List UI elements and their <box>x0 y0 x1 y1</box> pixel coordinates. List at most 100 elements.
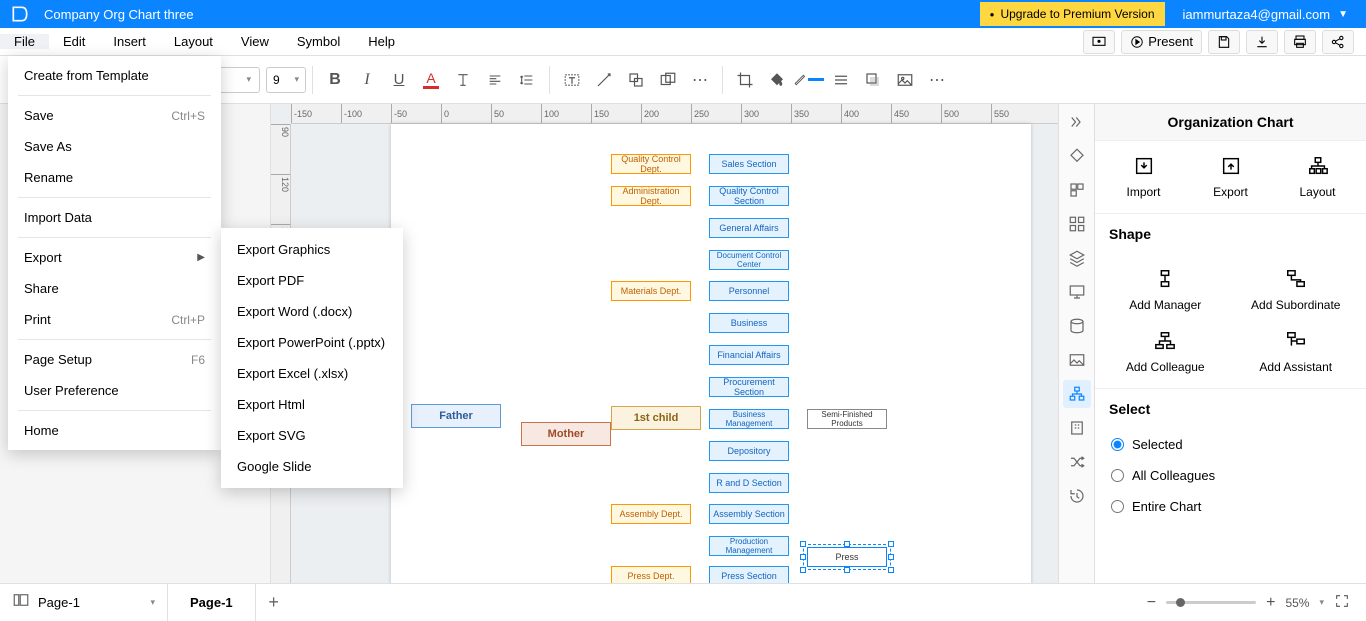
connector-icon[interactable] <box>588 64 620 96</box>
node-semi-fin[interactable]: Semi-Finished Products <box>807 409 887 429</box>
menu-print[interactable]: PrintCtrl+P <box>8 304 221 335</box>
node-mother[interactable]: Mother <box>521 422 611 446</box>
shape-icon[interactable] <box>620 64 652 96</box>
slideshow-icon[interactable] <box>1083 30 1115 54</box>
picture-icon[interactable] <box>1063 346 1091 374</box>
add-page-button[interactable]: + <box>256 592 292 613</box>
node-press-sec[interactable]: Press Section <box>709 566 789 583</box>
node-materials-dept[interactable]: Materials Dept. <box>611 281 691 301</box>
export-button[interactable]: Export <box>1190 155 1271 199</box>
menu-home[interactable]: Home <box>8 415 221 446</box>
export-pdf[interactable]: Export PDF <box>221 265 403 296</box>
menu-import-data[interactable]: Import Data <box>8 202 221 233</box>
node-depository[interactable]: Depository <box>709 441 789 461</box>
node-personnel[interactable]: Personnel <box>709 281 789 301</box>
align-icon[interactable] <box>479 64 511 96</box>
layout-button[interactable]: Layout <box>1277 155 1358 199</box>
print-icon[interactable] <box>1284 30 1316 54</box>
menu-export[interactable]: Export▶ <box>8 242 221 273</box>
node-sales-sec[interactable]: Sales Section <box>709 154 789 174</box>
node-father[interactable]: Father <box>411 404 501 428</box>
expand-icon[interactable] <box>1063 108 1091 136</box>
radio-colleagues[interactable]: All Colleagues <box>1095 460 1366 491</box>
node-asm-sec[interactable]: Assembly Section <box>709 504 789 524</box>
menu-edit[interactable]: Edit <box>49 34 99 49</box>
user-menu[interactable]: iammurtaza4@gmail.com ▼ <box>1165 7 1366 22</box>
line-spacing-icon[interactable] <box>511 64 543 96</box>
menu-layout[interactable]: Layout <box>160 34 227 49</box>
add-manager-button[interactable]: Add Manager <box>1103 268 1228 312</box>
orgchart-icon[interactable] <box>1063 380 1091 408</box>
shadow-icon[interactable] <box>857 64 889 96</box>
font-size-select[interactable]: 9▾ <box>266 67 306 93</box>
history-icon[interactable] <box>1063 482 1091 510</box>
building-icon[interactable] <box>1063 414 1091 442</box>
crop-icon[interactable] <box>729 64 761 96</box>
line-style-icon[interactable] <box>825 64 857 96</box>
menu-user-pref[interactable]: User Preference <box>8 375 221 406</box>
present-side-icon[interactable] <box>1063 278 1091 306</box>
node-press-selected[interactable]: Press <box>807 547 887 567</box>
page-tab-1[interactable]: Page-1 <box>168 584 256 621</box>
more-shapes-icon[interactable]: ⋯ <box>684 64 716 96</box>
node-rd-sec[interactable]: R and D Section <box>709 473 789 493</box>
export-ppt[interactable]: Export PowerPoint (.pptx) <box>221 327 403 358</box>
export-svg[interactable]: Export SVG <box>221 420 403 451</box>
present-button[interactable]: Present <box>1121 30 1202 54</box>
bold-icon[interactable]: B <box>319 64 351 96</box>
text-height-icon[interactable] <box>447 64 479 96</box>
underline-icon[interactable]: U <box>383 64 415 96</box>
more-icon[interactable]: ⋯ <box>921 64 953 96</box>
radio-selected[interactable]: Selected <box>1095 429 1366 460</box>
fill-icon[interactable] <box>761 64 793 96</box>
text-box-icon[interactable] <box>556 64 588 96</box>
radio-entire[interactable]: Entire Chart <box>1095 491 1366 522</box>
menu-create-template[interactable]: Create from Template <box>8 60 221 91</box>
page-selector[interactable]: Page-1▾ <box>38 595 155 610</box>
export-excel[interactable]: Export Excel (.xlsx) <box>221 358 403 389</box>
node-qc-dept[interactable]: Quality Control Dept. <box>611 154 691 174</box>
format-icon[interactable] <box>1063 176 1091 204</box>
fullscreen-icon[interactable] <box>1334 593 1350 612</box>
export-graphics[interactable]: Export Graphics <box>221 234 403 265</box>
page-surface[interactable]: Father Mother 1st child Quality Control … <box>391 124 1031 583</box>
zoom-slider[interactable] <box>1166 601 1256 604</box>
image-icon[interactable] <box>889 64 921 96</box>
menu-view[interactable]: View <box>227 34 283 49</box>
menu-insert[interactable]: Insert <box>99 34 160 49</box>
pages-icon[interactable] <box>12 591 30 614</box>
node-doc-ctl[interactable]: Document Control Center <box>709 250 789 270</box>
menu-file[interactable]: File <box>0 34 49 49</box>
node-fin-aff[interactable]: Financial Affairs <box>709 345 789 365</box>
add-assistant-button[interactable]: Add Assistant <box>1234 330 1359 374</box>
italic-icon[interactable]: I <box>351 64 383 96</box>
font-color-icon[interactable]: A <box>415 64 447 96</box>
menu-page-setup[interactable]: Page SetupF6 <box>8 344 221 375</box>
style-icon[interactable] <box>1063 142 1091 170</box>
menu-rename[interactable]: Rename <box>8 162 221 193</box>
shuffle-icon[interactable] <box>1063 448 1091 476</box>
data-icon[interactable] <box>1063 312 1091 340</box>
download-icon[interactable] <box>1246 30 1278 54</box>
menu-save[interactable]: SaveCtrl+S <box>8 100 221 131</box>
import-button[interactable]: Import <box>1103 155 1184 199</box>
export-html[interactable]: Export Html <box>221 389 403 420</box>
menu-save-as[interactable]: Save As <box>8 131 221 162</box>
share-icon[interactable] <box>1322 30 1354 54</box>
shape2-icon[interactable] <box>652 64 684 96</box>
zoom-out-icon[interactable]: − <box>1147 594 1156 612</box>
save-icon[interactable] <box>1208 30 1240 54</box>
document-title[interactable]: Company Org Chart three <box>40 7 980 22</box>
add-colleague-button[interactable]: Add Colleague <box>1103 330 1228 374</box>
node-qc-sec[interactable]: Quality Control Section <box>709 186 789 206</box>
node-proc-sec[interactable]: Procurement Section <box>709 377 789 397</box>
grid-icon[interactable] <box>1063 210 1091 238</box>
node-biz-mgmt[interactable]: Business Management <box>709 409 789 429</box>
node-child[interactable]: 1st child <box>611 406 701 430</box>
menu-share[interactable]: Share <box>8 273 221 304</box>
export-word[interactable]: Export Word (.docx) <box>221 296 403 327</box>
menu-help[interactable]: Help <box>354 34 409 49</box>
node-assembly-dept[interactable]: Assembly Dept. <box>611 504 691 524</box>
line-color-icon[interactable] <box>793 64 825 96</box>
node-press-dept[interactable]: Press Dept. <box>611 566 691 583</box>
